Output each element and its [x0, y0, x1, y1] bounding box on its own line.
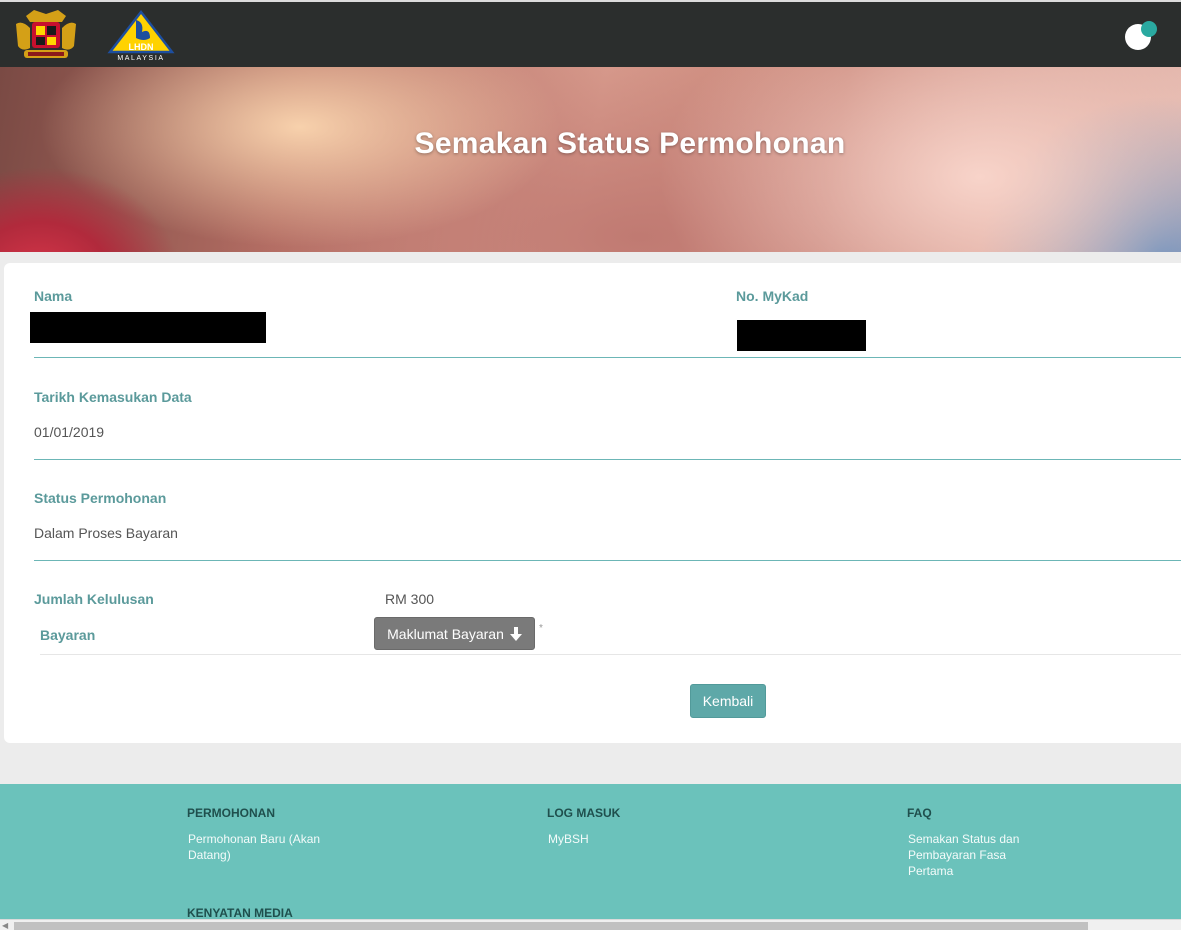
page-title: Semakan Status Permohonan	[414, 127, 846, 160]
payment-info-button[interactable]: Maklumat Bayaran	[374, 617, 535, 650]
amount-label: Jumlah Kelulusan	[34, 591, 154, 607]
footer-heading-permohonan: PERMOHONAN	[187, 806, 276, 820]
arrow-down-icon	[509, 626, 522, 641]
payment-info-button-label: Maklumat Bayaran	[387, 625, 504, 642]
asterisk-mark: *	[539, 623, 543, 634]
footer-heading-faq: FAQ	[907, 806, 932, 820]
date-label: Tarikh Kemasukan Data	[34, 389, 192, 405]
back-button[interactable]: Kembali	[690, 684, 766, 718]
footer-heading-kenyataan-media: KENYATAN MEDIA	[187, 906, 293, 920]
status-value: Dalam Proses Bayaran	[34, 525, 178, 541]
scrollbar-thumb[interactable]	[14, 922, 1088, 930]
name-redacted-value	[30, 312, 266, 343]
divider	[34, 459, 1181, 460]
footer-link-faq-pertama[interactable]: Pertama	[908, 863, 953, 879]
horizontal-scrollbar[interactable]: ◀	[0, 919, 1181, 930]
lhdn-logo-icon[interactable]: LHDN MALAYSIA	[106, 8, 176, 62]
divider	[34, 560, 1181, 561]
scroll-left-arrow-icon[interactable]: ◀	[2, 921, 8, 930]
status-details-card: Nama No. MyKad Tarikh Kemasukan Data 01/…	[4, 263, 1181, 743]
footer-heading-log-masuk: LOG MASUK	[547, 806, 621, 820]
divider	[34, 357, 1181, 358]
footer-link-mybsh[interactable]: MyBSH	[548, 831, 589, 847]
lhdn-logo-text: LHDN	[129, 42, 154, 52]
name-label: Nama	[34, 288, 73, 304]
footer-link-permohonan-baru-cont[interactable]: Datang)	[188, 847, 231, 863]
divider	[40, 654, 1181, 655]
amount-value: RM 300	[385, 591, 435, 607]
footer-link-permohonan-baru[interactable]: Permohonan Baru (Akan	[188, 831, 320, 847]
date-value: 01/01/2019	[34, 424, 105, 440]
mykad-label: No. MyKad	[736, 288, 809, 304]
payment-label: Bayaran	[40, 627, 96, 643]
footer: PERMOHONAN Permohonan Baru (Akan Datang)…	[0, 784, 1181, 930]
footer-link-faq-pembayaran[interactable]: Pembayaran Fasa	[908, 847, 1006, 863]
footer-link-faq-semakan[interactable]: Semakan Status dan	[908, 831, 1019, 847]
mykad-redacted-value	[737, 320, 866, 351]
malaysia-coat-of-arms-icon[interactable]	[12, 8, 80, 62]
toggle-icon[interactable]	[1121, 20, 1161, 52]
lhdn-logo-subtext: MALAYSIA	[117, 55, 164, 62]
hero-banner: Semakan Status Permohonan	[0, 67, 1181, 252]
top-navbar: LHDN MALAYSIA	[0, 0, 1181, 67]
status-label: Status Permohonan	[34, 490, 167, 506]
